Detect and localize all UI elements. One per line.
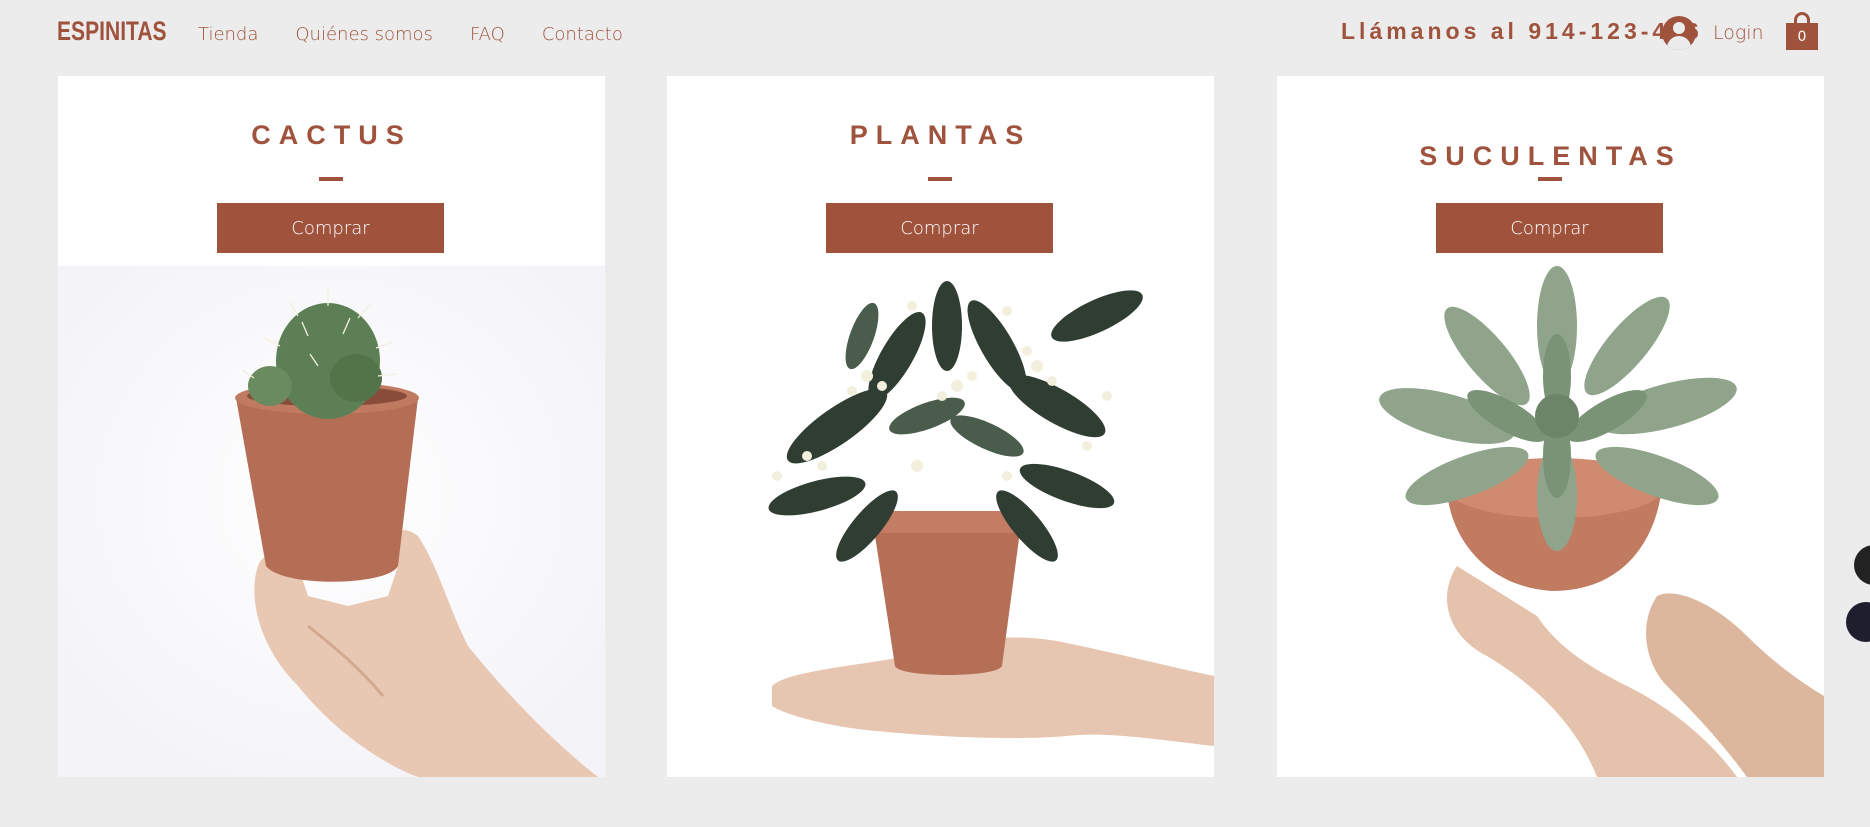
buy-button-suculentas[interactable]: Comprar xyxy=(1436,203,1663,253)
nav-faq[interactable]: FAQ xyxy=(470,24,505,45)
product-card-plantas: PLANTAS Comprar xyxy=(667,76,1214,777)
card-title: PLANTAS xyxy=(849,120,1032,150)
buy-button-plantas[interactable]: Comprar xyxy=(826,203,1053,253)
nav-contacto[interactable]: Contacto xyxy=(542,24,623,45)
nav-tienda[interactable]: Tienda xyxy=(198,24,258,45)
cactus-image[interactable] xyxy=(58,266,605,777)
cart-button[interactable]: 0 xyxy=(1786,12,1818,50)
cart-count: 0 xyxy=(1786,23,1818,50)
buy-button-cactus[interactable]: Comprar xyxy=(217,203,444,253)
card-title: CACTUS xyxy=(251,120,412,150)
title-underline xyxy=(928,177,952,181)
login-label: Login xyxy=(1713,22,1764,44)
card-title: SUCULENTAS xyxy=(1419,141,1682,171)
title-underline xyxy=(1538,177,1562,181)
product-card-cactus: CACTUS Comprar xyxy=(58,76,605,777)
phone-number: Llámanos al 914-123-456 xyxy=(1341,18,1703,44)
title-underline xyxy=(319,177,343,181)
succulent-image[interactable] xyxy=(1277,266,1824,777)
chat-widget-button[interactable] xyxy=(1854,545,1870,585)
user-avatar-icon xyxy=(1662,16,1696,50)
site-header: ESPINITAS Tienda Quiénes somos FAQ Conta… xyxy=(0,0,1870,72)
product-card-suculentas: SUCULENTAS Comprar xyxy=(1277,76,1824,777)
main-nav: Tienda Quiénes somos FAQ Contacto xyxy=(198,24,660,45)
nav-quienes-somos[interactable]: Quiénes somos xyxy=(295,24,433,45)
login-button[interactable]: Login xyxy=(1662,16,1764,50)
site-logo[interactable]: ESPINITAS xyxy=(57,16,167,47)
accessibility-widget-button[interactable] xyxy=(1846,602,1870,642)
plant-image[interactable] xyxy=(667,266,1214,777)
